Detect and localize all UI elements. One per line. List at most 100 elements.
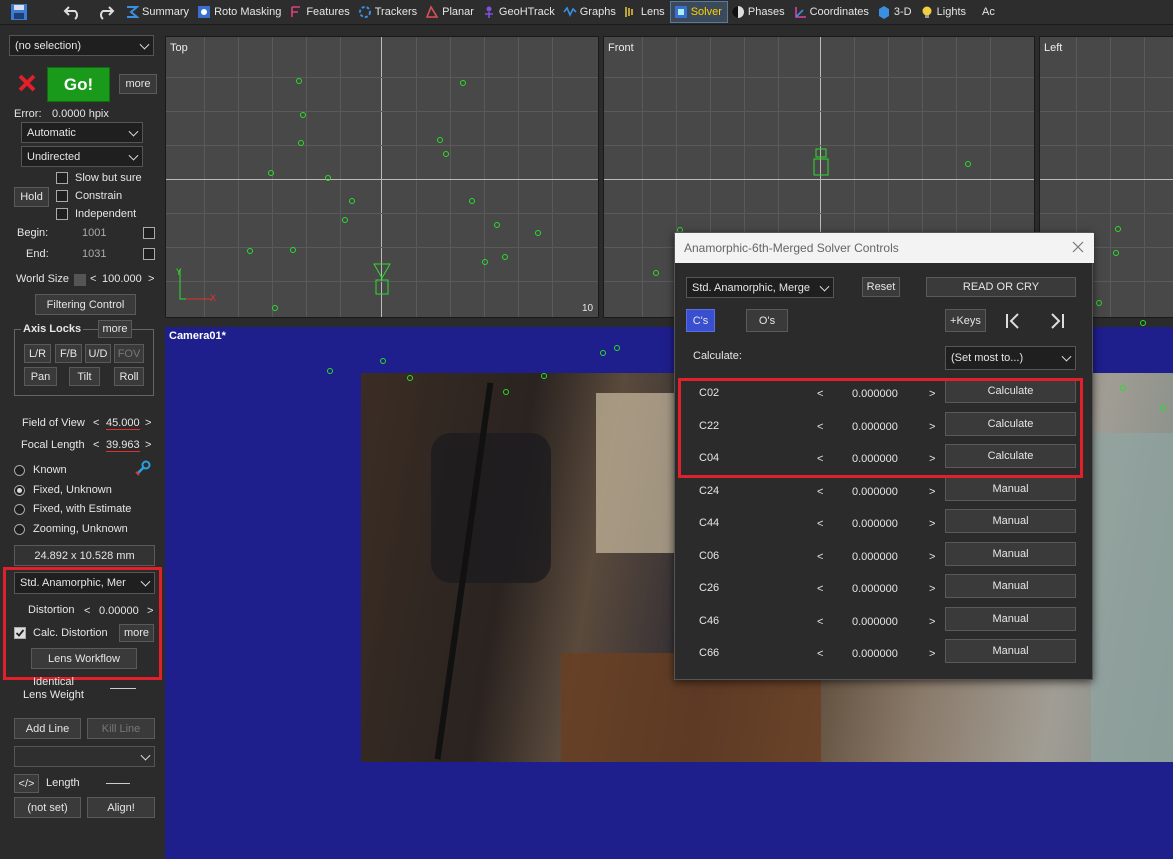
fov-increment[interactable]: > [145, 417, 151, 429]
tracker-point[interactable] [443, 151, 449, 157]
tracker-point[interactable] [298, 140, 304, 146]
tracker-point[interactable] [380, 358, 386, 364]
lens-known-radio[interactable] [14, 465, 25, 476]
read-or-cry-button[interactable]: READ OR CRY [926, 277, 1076, 297]
tracker-point[interactable] [325, 175, 331, 181]
filtering-control-button[interactable]: Filtering Control [35, 294, 136, 315]
close-icon[interactable] [1071, 240, 1085, 254]
world-size-value[interactable]: 100.000 [102, 273, 142, 285]
coeff-value[interactable]: 0.000000 [852, 583, 898, 595]
world-size-decrement[interactable]: < [90, 273, 96, 285]
tab-3-d[interactable]: 3-D [874, 1, 917, 23]
tracker-point[interactable] [1140, 320, 1146, 326]
coeff-value[interactable]: 0.000000 [852, 486, 898, 498]
coeff-decrement[interactable]: < [817, 648, 823, 660]
tracker-point[interactable] [965, 161, 971, 167]
set-most-dropdown[interactable]: (Set most to...) [945, 346, 1076, 370]
end-value[interactable]: 1031 [82, 248, 106, 260]
axis-lock-roll-button[interactable]: Roll [114, 367, 144, 386]
hold-button[interactable]: Hold [14, 187, 49, 207]
tab-lights[interactable]: Lights [917, 1, 971, 23]
tab-trackers[interactable]: Trackers [355, 1, 422, 23]
tracker-point[interactable] [535, 230, 541, 236]
coeff-decrement[interactable]: < [817, 486, 823, 498]
coeff-increment[interactable]: > [929, 486, 935, 498]
axis-locks-more-button[interactable]: more [98, 320, 132, 338]
tab-solver[interactable]: Solver [669, 1, 728, 23]
align-button[interactable]: Align! [87, 797, 155, 818]
tracker-point[interactable] [469, 198, 475, 204]
begin-value[interactable]: 1001 [82, 227, 106, 239]
tracker-point[interactable] [1115, 226, 1121, 232]
line-select-dropdown[interactable] [14, 746, 155, 767]
coeff-increment[interactable]: > [929, 518, 935, 530]
axis-lock-f-b-button[interactable]: F/B [55, 344, 82, 363]
selection-dropdown[interactable]: (no selection) [9, 35, 154, 56]
fov-decrement[interactable]: < [93, 417, 99, 429]
focal-increment[interactable]: > [145, 439, 151, 451]
tracker-point[interactable] [482, 259, 488, 265]
coeff-decrement[interactable]: < [817, 583, 823, 595]
slow-but-sure-checkbox[interactable] [56, 172, 68, 184]
tab-summary[interactable]: Summary [122, 1, 194, 23]
fov-value[interactable]: 45.000 [106, 417, 140, 430]
tracker-point[interactable] [296, 78, 302, 84]
end-checkbox[interactable] [143, 248, 155, 260]
tab-features[interactable]: Features [286, 1, 354, 23]
tracker-point[interactable] [1096, 300, 1102, 306]
top-viewport[interactable]: Top 10 YX [165, 36, 599, 318]
coeff-manual-button[interactable]: Manual [945, 541, 1076, 566]
tracker-point[interactable] [247, 248, 253, 254]
reset-button[interactable]: Reset [862, 277, 900, 297]
tab-geohtrack[interactable]: GeoHTrack [479, 1, 560, 23]
tab-planar[interactable]: Planar [422, 1, 479, 23]
coeff-value[interactable]: 0.000000 [852, 616, 898, 628]
axis-lock-l-r-button[interactable]: L/R [24, 344, 51, 363]
tracker-point[interactable] [614, 345, 620, 351]
coeff-value[interactable]: 0.000000 [852, 518, 898, 530]
tracker-point[interactable] [600, 350, 606, 356]
independent-checkbox[interactable] [56, 208, 68, 220]
redo-icon[interactable] [94, 1, 116, 23]
save-icon[interactable] [8, 1, 30, 23]
os-tab-button[interactable]: O's [746, 309, 788, 332]
focal-length-value[interactable]: 39.963 [106, 439, 140, 452]
coeff-manual-button[interactable]: Manual [945, 574, 1076, 598]
tracker-point[interactable] [541, 373, 547, 379]
direction-dropdown[interactable]: Undirected [21, 146, 143, 167]
cs-tab-button[interactable]: C's [686, 309, 715, 332]
add-line-button[interactable]: Add Line [14, 718, 81, 739]
tracker-point[interactable] [460, 80, 466, 86]
tracker-point[interactable] [407, 375, 413, 381]
coeff-manual-button[interactable]: Manual [945, 606, 1076, 631]
tab-roto-masking[interactable]: Roto Masking [194, 1, 286, 23]
coeff-manual-button[interactable]: Manual [945, 509, 1076, 533]
coeff-decrement[interactable]: < [817, 616, 823, 628]
dialog-model-dropdown[interactable]: Std. Anamorphic, Merge [686, 277, 834, 298]
coeff-manual-button[interactable]: Manual [945, 476, 1076, 501]
tracker-point[interactable] [653, 270, 659, 276]
undo-icon[interactable] [62, 1, 84, 23]
lens-zooming-radio[interactable] [14, 524, 25, 535]
solve-mode-dropdown[interactable]: Automatic [21, 122, 143, 143]
lens-fixed-unknown-radio[interactable] [14, 485, 25, 496]
axis-lock-u-d-button[interactable]: U/D [85, 344, 111, 363]
coeff-decrement[interactable]: < [817, 551, 823, 563]
tracker-point[interactable] [503, 389, 509, 395]
tab-graphs[interactable]: Graphs [560, 1, 621, 23]
wrench-icon[interactable] [134, 459, 152, 477]
tracker-point[interactable] [349, 198, 355, 204]
sensor-size-button[interactable]: 24.892 x 10.528 mm [14, 545, 155, 566]
tab-phases[interactable]: Phases [728, 1, 790, 23]
coeff-increment[interactable]: > [929, 583, 935, 595]
tracker-point[interactable] [342, 217, 348, 223]
tab-lens[interactable]: Lens [621, 1, 670, 23]
tracker-point[interactable] [494, 222, 500, 228]
last-key-icon[interactable] [1048, 312, 1066, 330]
tracker-point[interactable] [1120, 385, 1126, 391]
tab-coordinates[interactable]: Coordinates [790, 1, 874, 23]
lens-weight-slider[interactable] [110, 688, 136, 689]
tracker-point[interactable] [290, 247, 296, 253]
tracker-point[interactable] [437, 137, 443, 143]
coeff-decrement[interactable]: < [817, 518, 823, 530]
